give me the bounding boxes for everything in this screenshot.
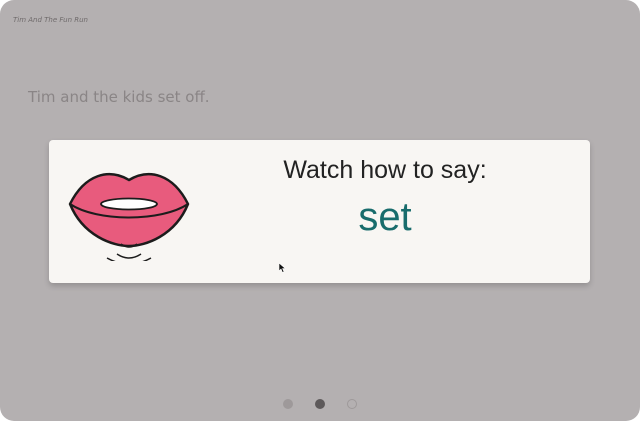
page-dot-1[interactable] (283, 399, 293, 409)
book-title: Tim And The Fun Run (13, 16, 88, 24)
mouse-cursor-icon (279, 263, 287, 273)
card-prompt: Watch how to say: (283, 156, 487, 184)
reader-screen: Tim And The Fun Run Tim and the kids set… (0, 0, 640, 421)
page-dot-2[interactable] (315, 399, 325, 409)
lips-speaking-icon (68, 172, 190, 261)
page-indicator (0, 399, 640, 411)
page-sentence: Tim and the kids set off. (28, 88, 210, 106)
page-dot-3[interactable] (347, 399, 357, 409)
target-word: set (358, 195, 412, 239)
pronunciation-card[interactable]: Watch how to say: set (49, 140, 590, 283)
